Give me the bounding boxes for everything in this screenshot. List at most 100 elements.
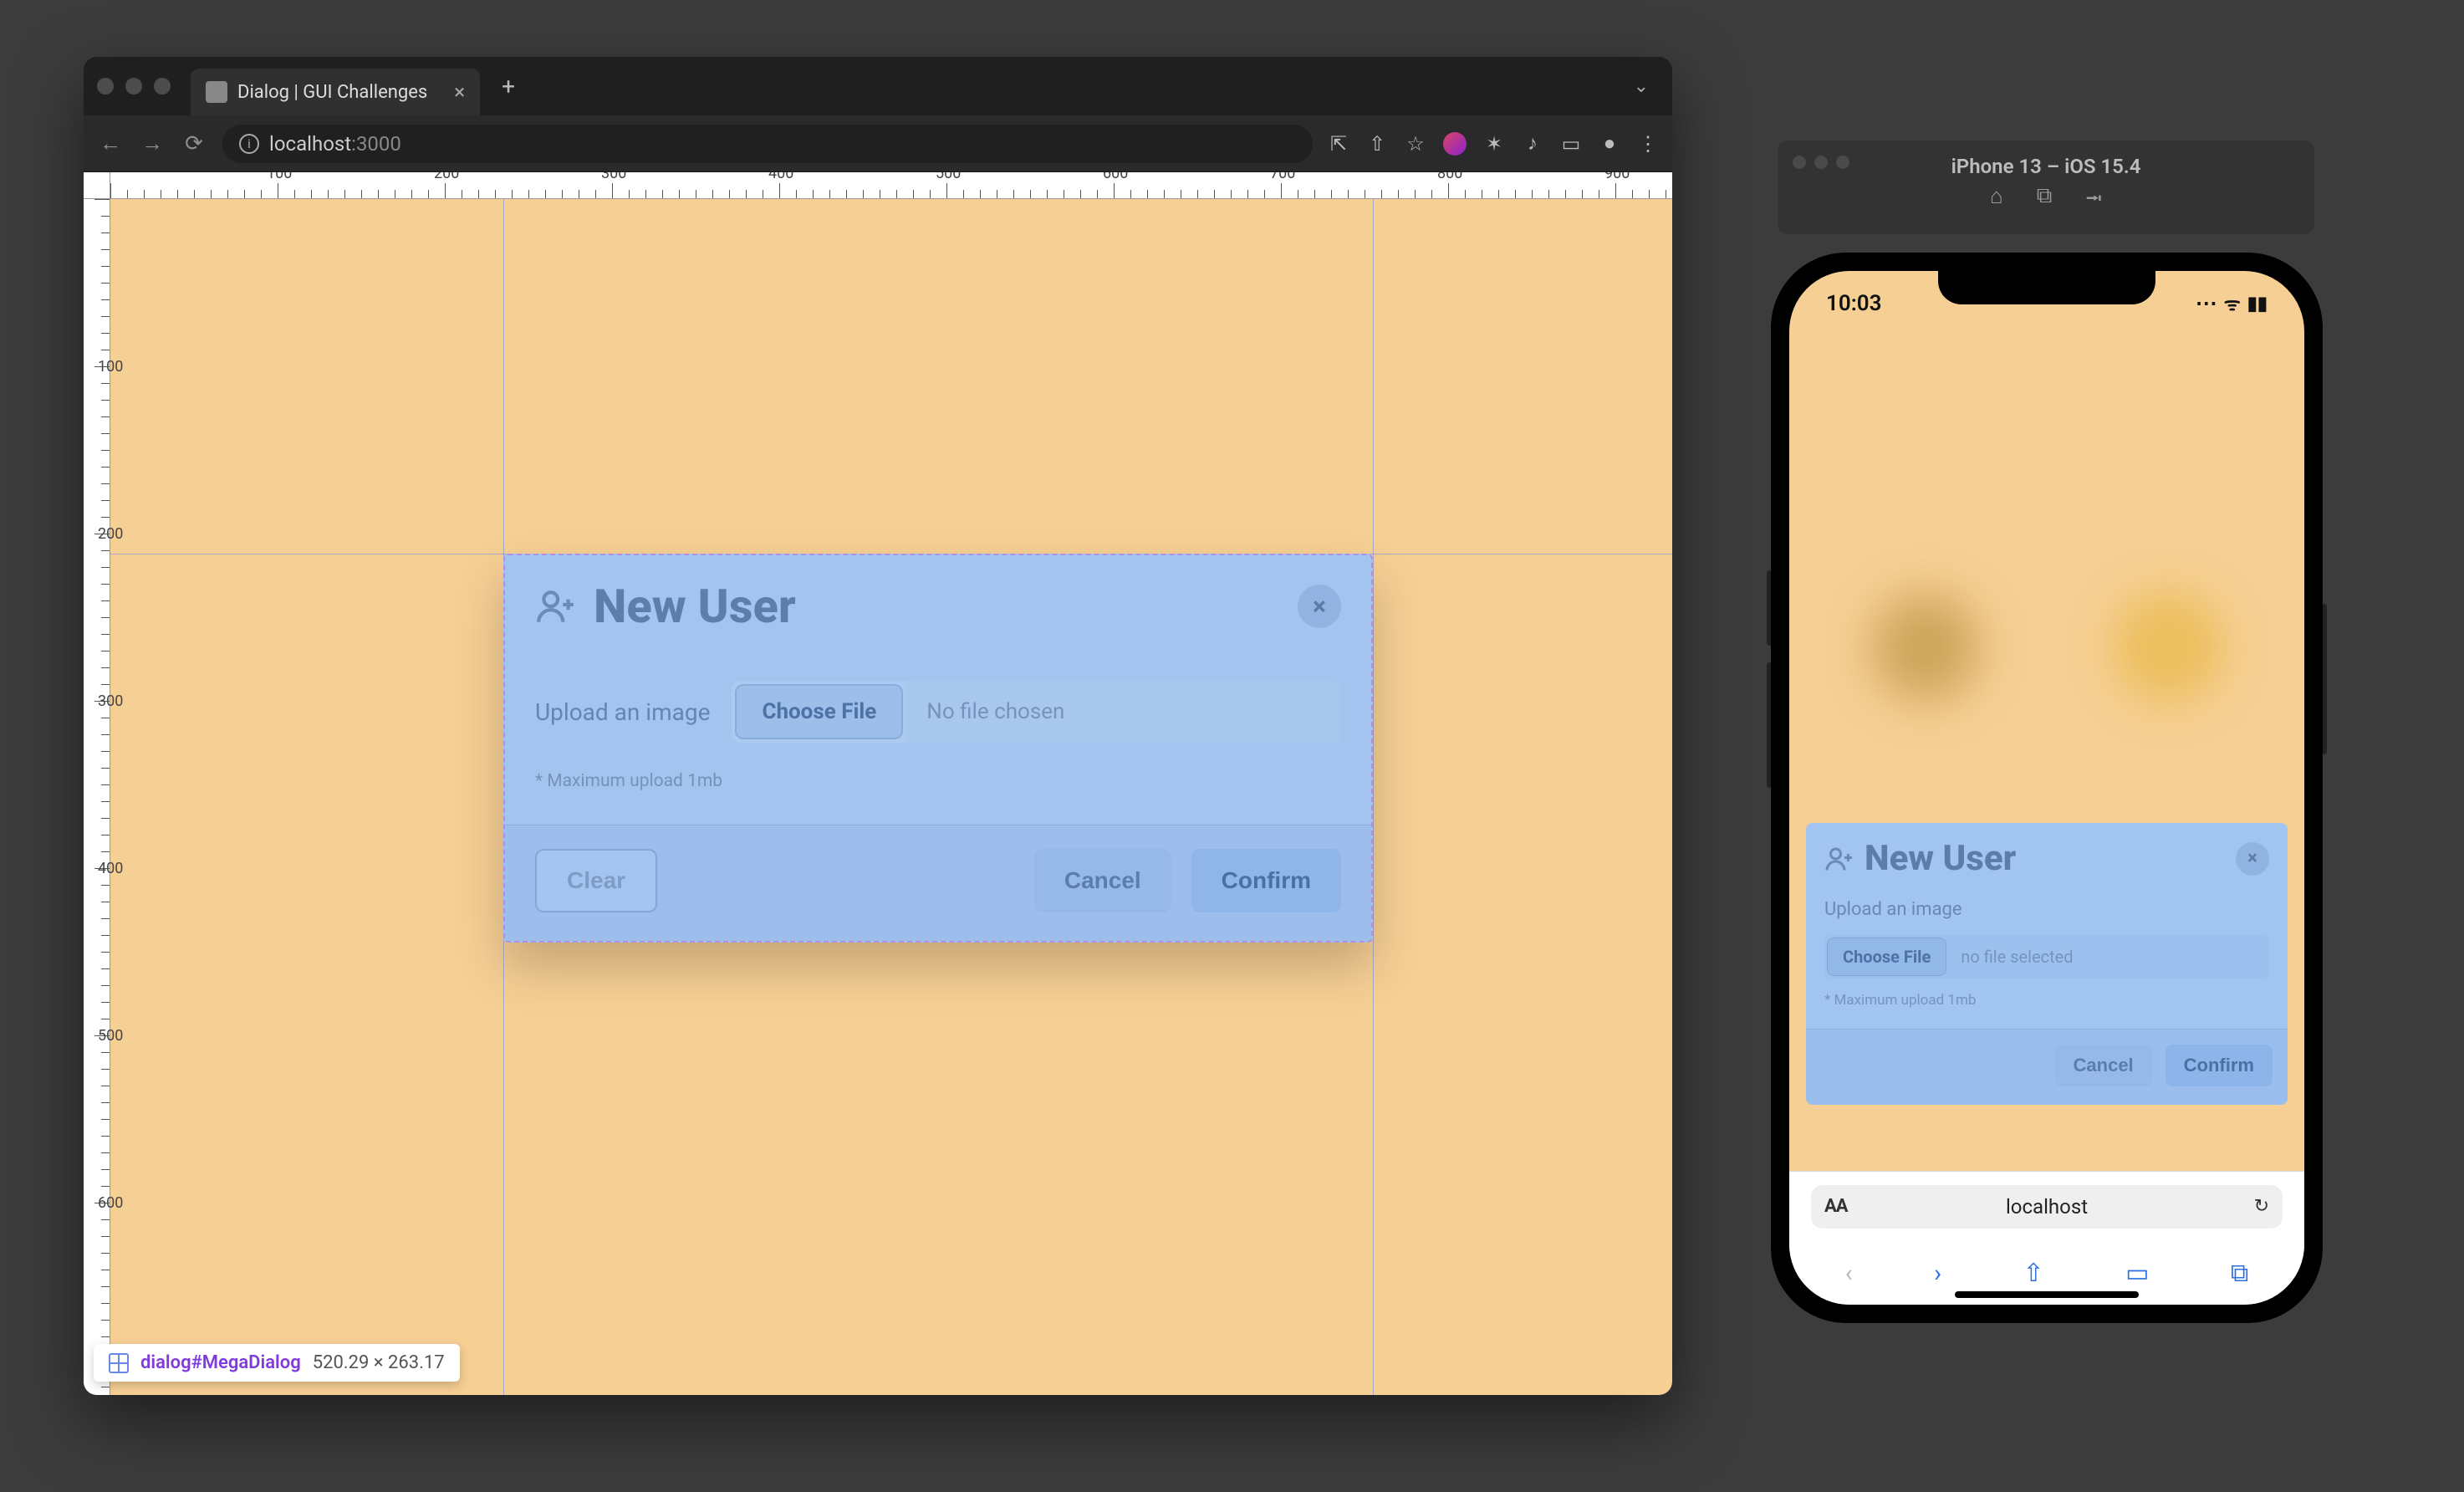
clear-button[interactable]: Clear — [535, 849, 657, 912]
volume-down-button[interactable] — [1767, 662, 1771, 788]
tab-favicon-icon — [206, 81, 227, 103]
devtools-selector: dialog#MegaDialog — [140, 1352, 301, 1373]
window-zoom-icon[interactable] — [154, 78, 171, 95]
back-button[interactable]: ← — [97, 130, 124, 156]
simulator-actions: ⌂ ⧉ ⭲ — [1990, 183, 2102, 220]
status-icons: ⋯ ᯤ ▮▮ — [2196, 291, 2268, 316]
simulator-rotate-icon[interactable]: ⭲ — [2085, 183, 2102, 220]
page-viewport: 100200300400500600700800 100200300400500… — [84, 172, 1672, 1395]
extension-icon[interactable] — [1443, 132, 1467, 156]
media-controls-icon[interactable]: ♪ — [1522, 131, 1543, 156]
device-screen: 10:03 ⋯ ᯤ ▮▮ New User — [1789, 271, 2304, 1305]
window-controls — [97, 78, 171, 95]
close-icon: × — [1313, 592, 1326, 621]
tab-close-icon[interactable]: × — [454, 80, 465, 104]
dialog-body: Upload an image Choose File no file sele… — [1806, 887, 2288, 1029]
safari-address-bar: AA localhost ↻ — [1789, 1171, 2304, 1241]
upload-label: Upload an image — [1824, 899, 2269, 920]
volume-up-button[interactable] — [1767, 570, 1771, 646]
url-text: localhost:3000 — [269, 132, 401, 156]
bookmark-star-icon[interactable]: ☆ — [1405, 132, 1426, 156]
upload-hint: * Maximum upload 1mb — [535, 768, 1341, 815]
cancel-button[interactable]: Cancel — [1034, 849, 1171, 912]
cancel-button[interactable]: Cancel — [2055, 1045, 2152, 1086]
side-button[interactable] — [2323, 604, 2327, 754]
simulator-toolbar: iPhone 13 – iOS 15.4 ⌂ ⧉ ⭲ — [1778, 141, 2314, 234]
simulator-screenshot-icon[interactable]: ⧉ — [2037, 183, 2053, 220]
upload-label: Upload an image — [535, 698, 710, 726]
safari-url-field[interactable]: AA localhost ↻ — [1811, 1185, 2283, 1229]
dialog-footer: Clear Cancel Confirm — [505, 825, 1371, 941]
upload-hint: * Maximum upload 1mb — [1824, 978, 2269, 1024]
page-backdrop: New User × Upload an image Choose File n… — [1789, 321, 2304, 1171]
dialog-close-button[interactable]: × — [1298, 585, 1341, 628]
background-blur-icon — [1871, 593, 1980, 702]
upload-row: Upload an image Choose File No file chos… — [535, 681, 1341, 743]
browser-toolbar: ← → ⟳ i localhost:3000 ⇱ ⇧ ☆ ✶ ♪ ▭ ● ⋮ — [84, 115, 1672, 172]
battery-icon: ▮▮ — [2247, 294, 2268, 314]
mega-dialog: New User × Upload an image Choose File N… — [503, 554, 1373, 943]
window-minimize-icon[interactable] — [1814, 156, 1828, 169]
browser-tab[interactable]: Dialog | GUI Challenges × — [191, 69, 480, 115]
dialog-close-button[interactable]: × — [2236, 842, 2269, 876]
dialog-body: Upload an image Choose File No file chos… — [505, 654, 1371, 825]
mega-dialog-mobile: New User × Upload an image Choose File n… — [1806, 823, 2288, 1105]
dialog-footer: Cancel Confirm — [1806, 1029, 2288, 1105]
devtools-element-badge[interactable]: dialog#MegaDialog 520.29 × 263.17 — [94, 1344, 460, 1382]
window-close-icon[interactable] — [97, 78, 114, 95]
confirm-button[interactable]: Confirm — [1191, 849, 1341, 912]
safari-url-text: localhost — [2006, 1195, 2088, 1219]
toolbar-actions: ⇱ ⇧ ☆ ✶ ♪ ▭ ● ⋮ — [1328, 131, 1659, 156]
profile-avatar-icon[interactable]: ● — [1599, 131, 1620, 156]
home-indicator[interactable] — [1955, 1291, 2139, 1298]
confirm-button[interactable]: Confirm — [2166, 1045, 2273, 1086]
window-zoom-icon[interactable] — [1836, 156, 1849, 169]
grid-badge-icon — [109, 1353, 129, 1373]
file-status-text: No file chosen — [906, 681, 1341, 743]
file-input[interactable]: Choose File No file chosen — [732, 681, 1341, 743]
page-content: New User × Upload an image Choose File N… — [110, 199, 1672, 1395]
device-notch — [1938, 266, 2155, 304]
file-status-text: no file selected — [1949, 935, 2269, 978]
horizontal-ruler: 1002003004005006007008009001000 — [84, 172, 1672, 199]
cellular-icon: ⋯ — [2196, 291, 2217, 316]
address-bar[interactable]: i localhost:3000 — [222, 125, 1313, 163]
tab-title: Dialog | GUI Challenges — [237, 82, 427, 103]
reader-aa-icon[interactable]: AA — [1824, 1196, 1848, 1217]
forward-button[interactable]: → — [139, 130, 166, 156]
window-minimize-icon[interactable] — [125, 78, 142, 95]
status-time: 10:03 — [1826, 291, 1882, 316]
device-toolbar-icon[interactable]: ▭ — [1560, 132, 1582, 156]
dialog-header: New User × — [505, 555, 1371, 654]
site-info-icon[interactable]: i — [239, 134, 259, 154]
dialog-title: New User — [594, 579, 796, 634]
new-tab-button[interactable]: + — [502, 73, 515, 100]
choose-file-button[interactable]: Choose File — [735, 684, 903, 739]
vertical-ruler: 100200300400500600700800 — [84, 172, 110, 1395]
devtools-dimensions: 520.29 × 263.17 — [313, 1352, 445, 1373]
chrome-window: Dialog | GUI Challenges × + ⌄ ← → ⟳ i lo… — [84, 57, 1672, 1395]
simulator-title: iPhone 13 – iOS 15.4 — [1951, 155, 2141, 178]
user-plus-icon — [535, 585, 577, 627]
extensions-puzzle-icon[interactable]: ✶ — [1483, 132, 1505, 156]
dialog-header: New User × — [1806, 823, 2288, 887]
simulator-window-controls — [1793, 156, 1849, 169]
reload-button[interactable]: ⟳ — [181, 131, 207, 156]
safari-forward-icon[interactable]: › — [1934, 1259, 1941, 1288]
safari-tabs-icon[interactable]: ⧉ — [2231, 1259, 2248, 1288]
open-in-new-icon[interactable]: ⇱ — [1328, 132, 1349, 156]
window-close-icon[interactable] — [1793, 156, 1806, 169]
choose-file-button[interactable]: Choose File — [1827, 938, 1946, 976]
dialog-title: New User — [1865, 838, 2016, 879]
share-icon[interactable]: ⇧ — [1366, 132, 1388, 156]
browser-titlebar: Dialog | GUI Challenges × + ⌄ — [84, 57, 1672, 115]
kebab-menu-icon[interactable]: ⋮ — [1637, 132, 1659, 156]
simulator-home-icon[interactable]: ⌂ — [1990, 183, 2003, 220]
tabs-overflow-icon[interactable]: ⌄ — [1634, 76, 1649, 97]
safari-bookmarks-icon[interactable]: ▭ — [2125, 1259, 2149, 1288]
file-input[interactable]: Choose File no file selected — [1824, 935, 2269, 978]
safari-back-icon[interactable]: ‹ — [1845, 1259, 1853, 1288]
wifi-icon: ᯤ — [2224, 291, 2241, 316]
reload-icon[interactable]: ↻ — [2254, 1196, 2269, 1217]
safari-share-icon[interactable]: ⇧ — [2023, 1259, 2044, 1288]
